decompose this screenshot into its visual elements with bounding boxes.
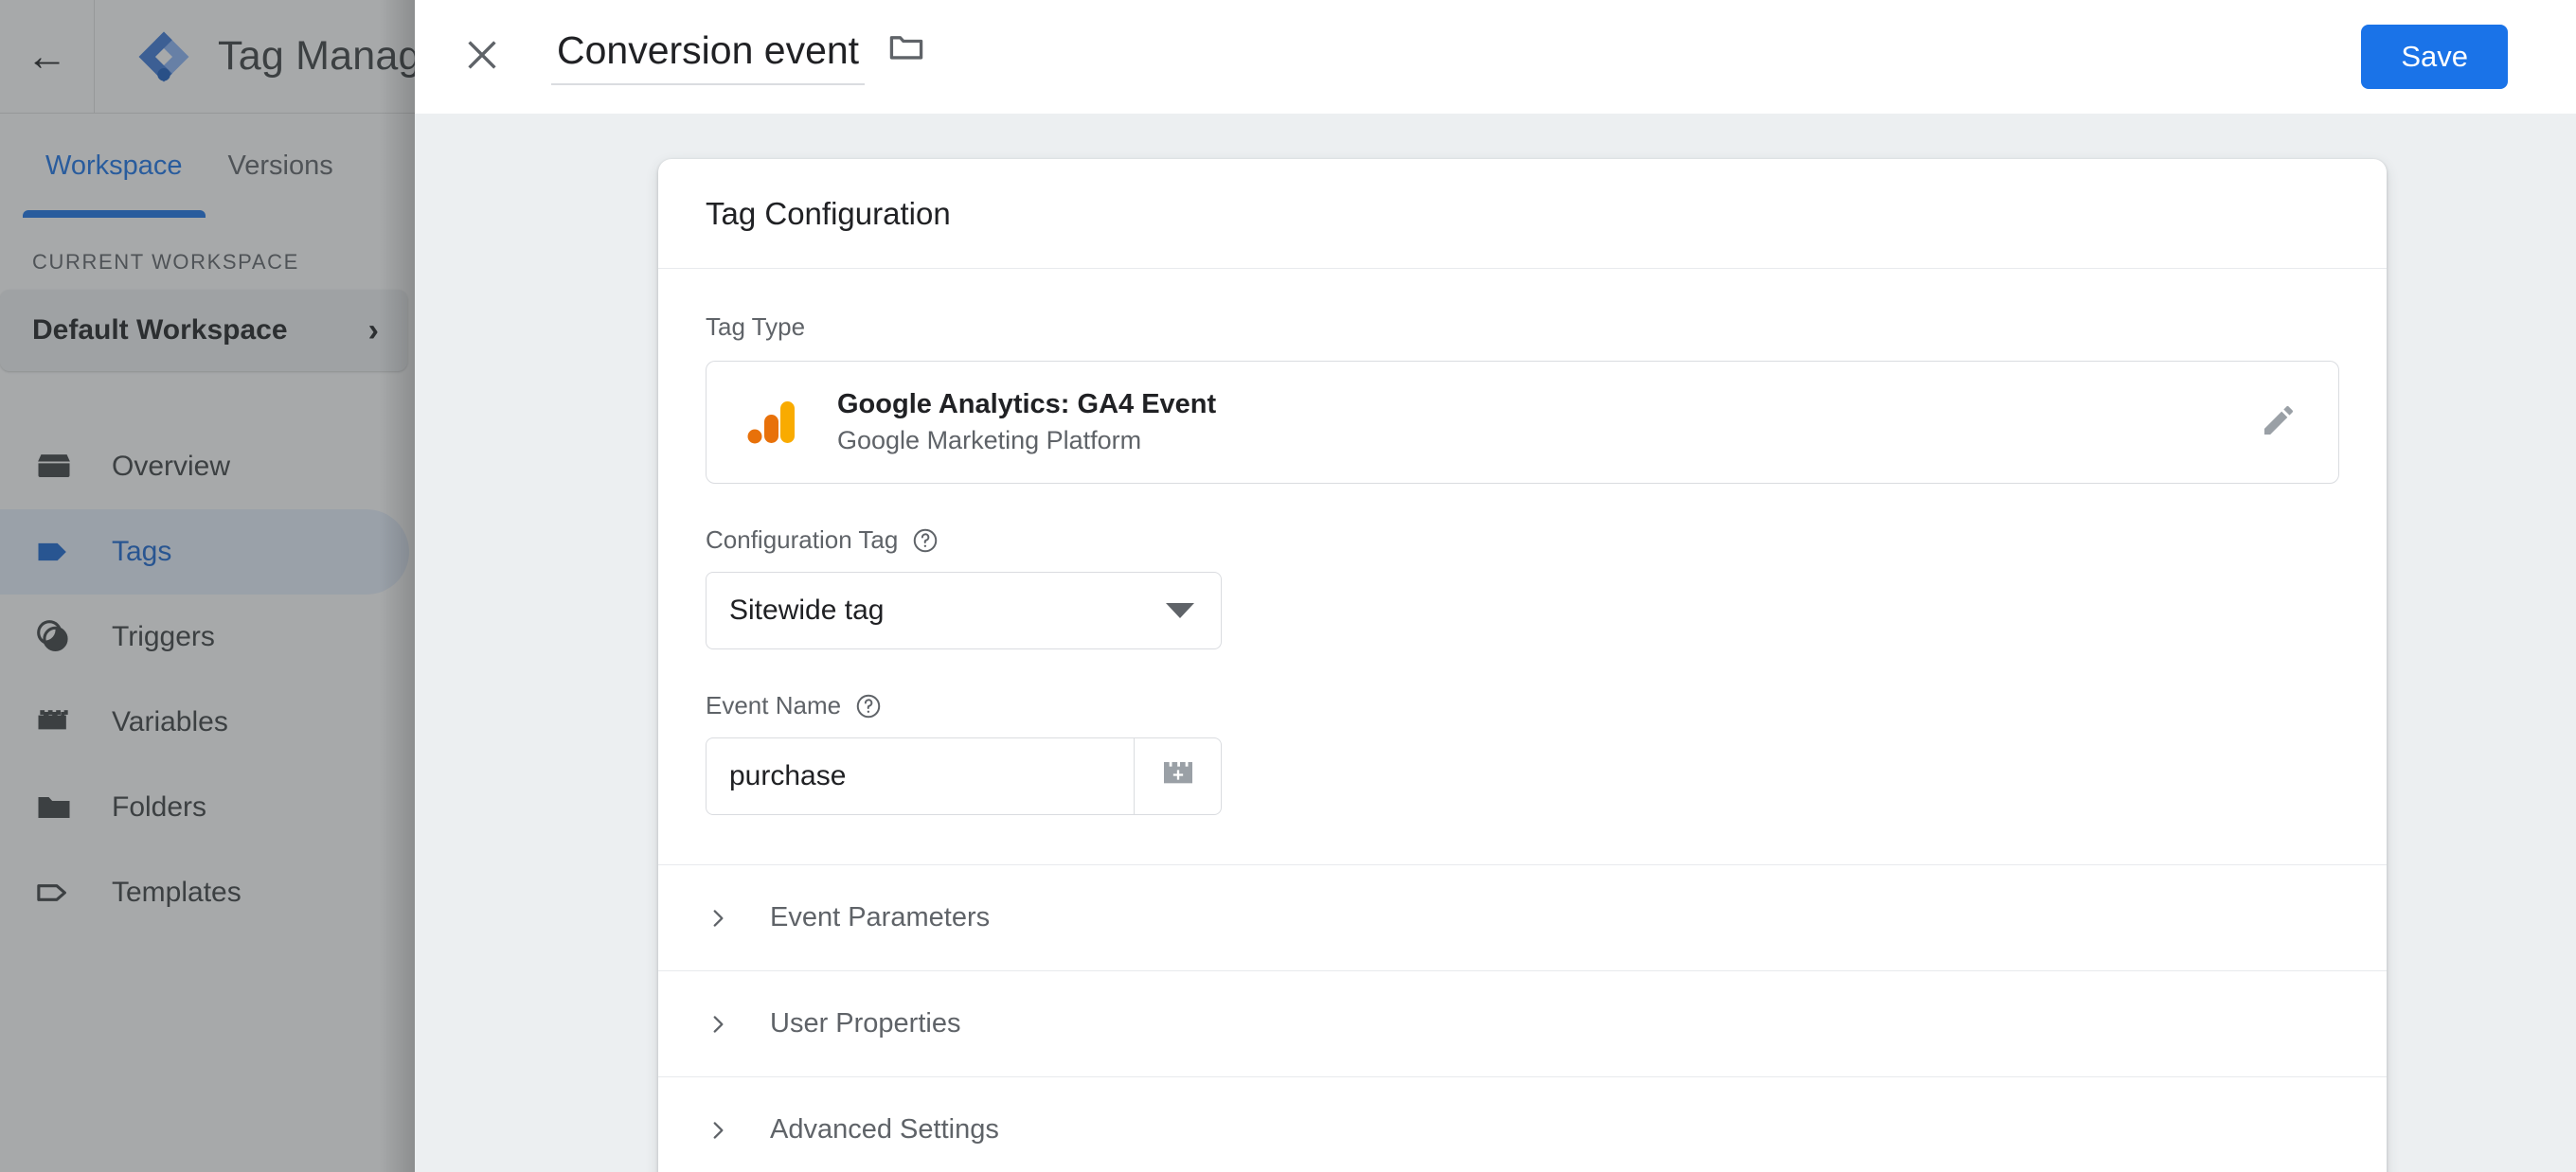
tag-type-label-row: Tag Type (706, 312, 2339, 342)
close-button[interactable] (453, 27, 511, 86)
section-user-properties-label: User Properties (770, 1008, 961, 1039)
section-user-properties[interactable]: User Properties (658, 970, 2387, 1076)
configuration-tag-value: Sitewide tag (729, 595, 885, 626)
insert-variable-button[interactable] (1134, 738, 1221, 814)
event-name-input-row: purchase (706, 737, 1222, 815)
tag-name-input[interactable]: Conversion event (551, 30, 866, 85)
edit-tag-type-button[interactable] (2251, 395, 2306, 450)
close-x-icon (460, 33, 504, 81)
card-title: Tag Configuration (706, 195, 951, 231)
configuration-tag-select[interactable]: Sitewide tag (706, 572, 1222, 649)
event-name-input[interactable]: purchase (707, 738, 1134, 814)
event-name-label-row: Event Name (706, 691, 2339, 720)
tag-type-label: Tag Type (706, 312, 806, 341)
title-area: Conversion event (551, 26, 927, 89)
folder-outline-icon (886, 35, 927, 71)
tag-type-section: Tag Type Google Analytics: GA4 Event Goo… (658, 269, 2387, 815)
accordion-sections: Event Parameters User Properties Advance… (658, 864, 2387, 1172)
configuration-tag-label: Configuration Tag (706, 525, 899, 554)
help-circle-icon[interactable] (911, 526, 939, 555)
tag-type-selector[interactable]: Google Analytics: GA4 Event Google Marke… (706, 361, 2339, 484)
card-header: Tag Configuration (658, 159, 2387, 269)
tag-type-text: Google Analytics: GA4 Event Google Marke… (837, 386, 2211, 458)
dialog-body: Tag Configuration Tag Type Google Analyt… (415, 114, 2576, 1172)
save-button[interactable]: Save (2361, 25, 2508, 89)
configuration-tag-field: Configuration Tag Sitewide tag (706, 525, 2339, 649)
section-event-parameters-label: Event Parameters (770, 902, 991, 932)
modal-scrim[interactable] (0, 0, 415, 1172)
chevron-right-icon (706, 904, 730, 932)
section-advanced-settings[interactable]: Advanced Settings (658, 1076, 2387, 1172)
lego-brick-plus-icon (1159, 755, 1197, 798)
google-analytics-icon (746, 396, 797, 449)
event-name-label: Event Name (706, 691, 842, 719)
tag-type-name: Google Analytics: GA4 Event (837, 389, 1217, 420)
pencil-edit-icon (2260, 401, 2298, 444)
help-circle-icon[interactable] (854, 692, 883, 720)
chevron-right-icon (706, 1010, 730, 1039)
event-name-field: Event Name purchase (706, 691, 2339, 815)
tag-configuration-card: Tag Configuration Tag Type Google Analyt… (658, 159, 2387, 1172)
tag-editor-dialog: Conversion event Save Tag Configuration (415, 0, 2576, 1172)
scrim-edge-shadow (379, 0, 415, 1172)
section-advanced-settings-label: Advanced Settings (770, 1114, 999, 1145)
section-event-parameters[interactable]: Event Parameters (658, 864, 2387, 970)
move-to-folder-button[interactable] (886, 26, 927, 85)
dialog-header: Conversion event Save (415, 0, 2576, 114)
tag-type-vendor: Google Marketing Platform (837, 426, 1142, 455)
chevron-right-icon (706, 1116, 730, 1145)
dropdown-caret-icon (1166, 603, 1194, 618)
screen: ← Tag Manager Workspace Versions CURRENT… (0, 0, 2576, 1172)
configuration-tag-label-row: Configuration Tag (706, 525, 2339, 555)
